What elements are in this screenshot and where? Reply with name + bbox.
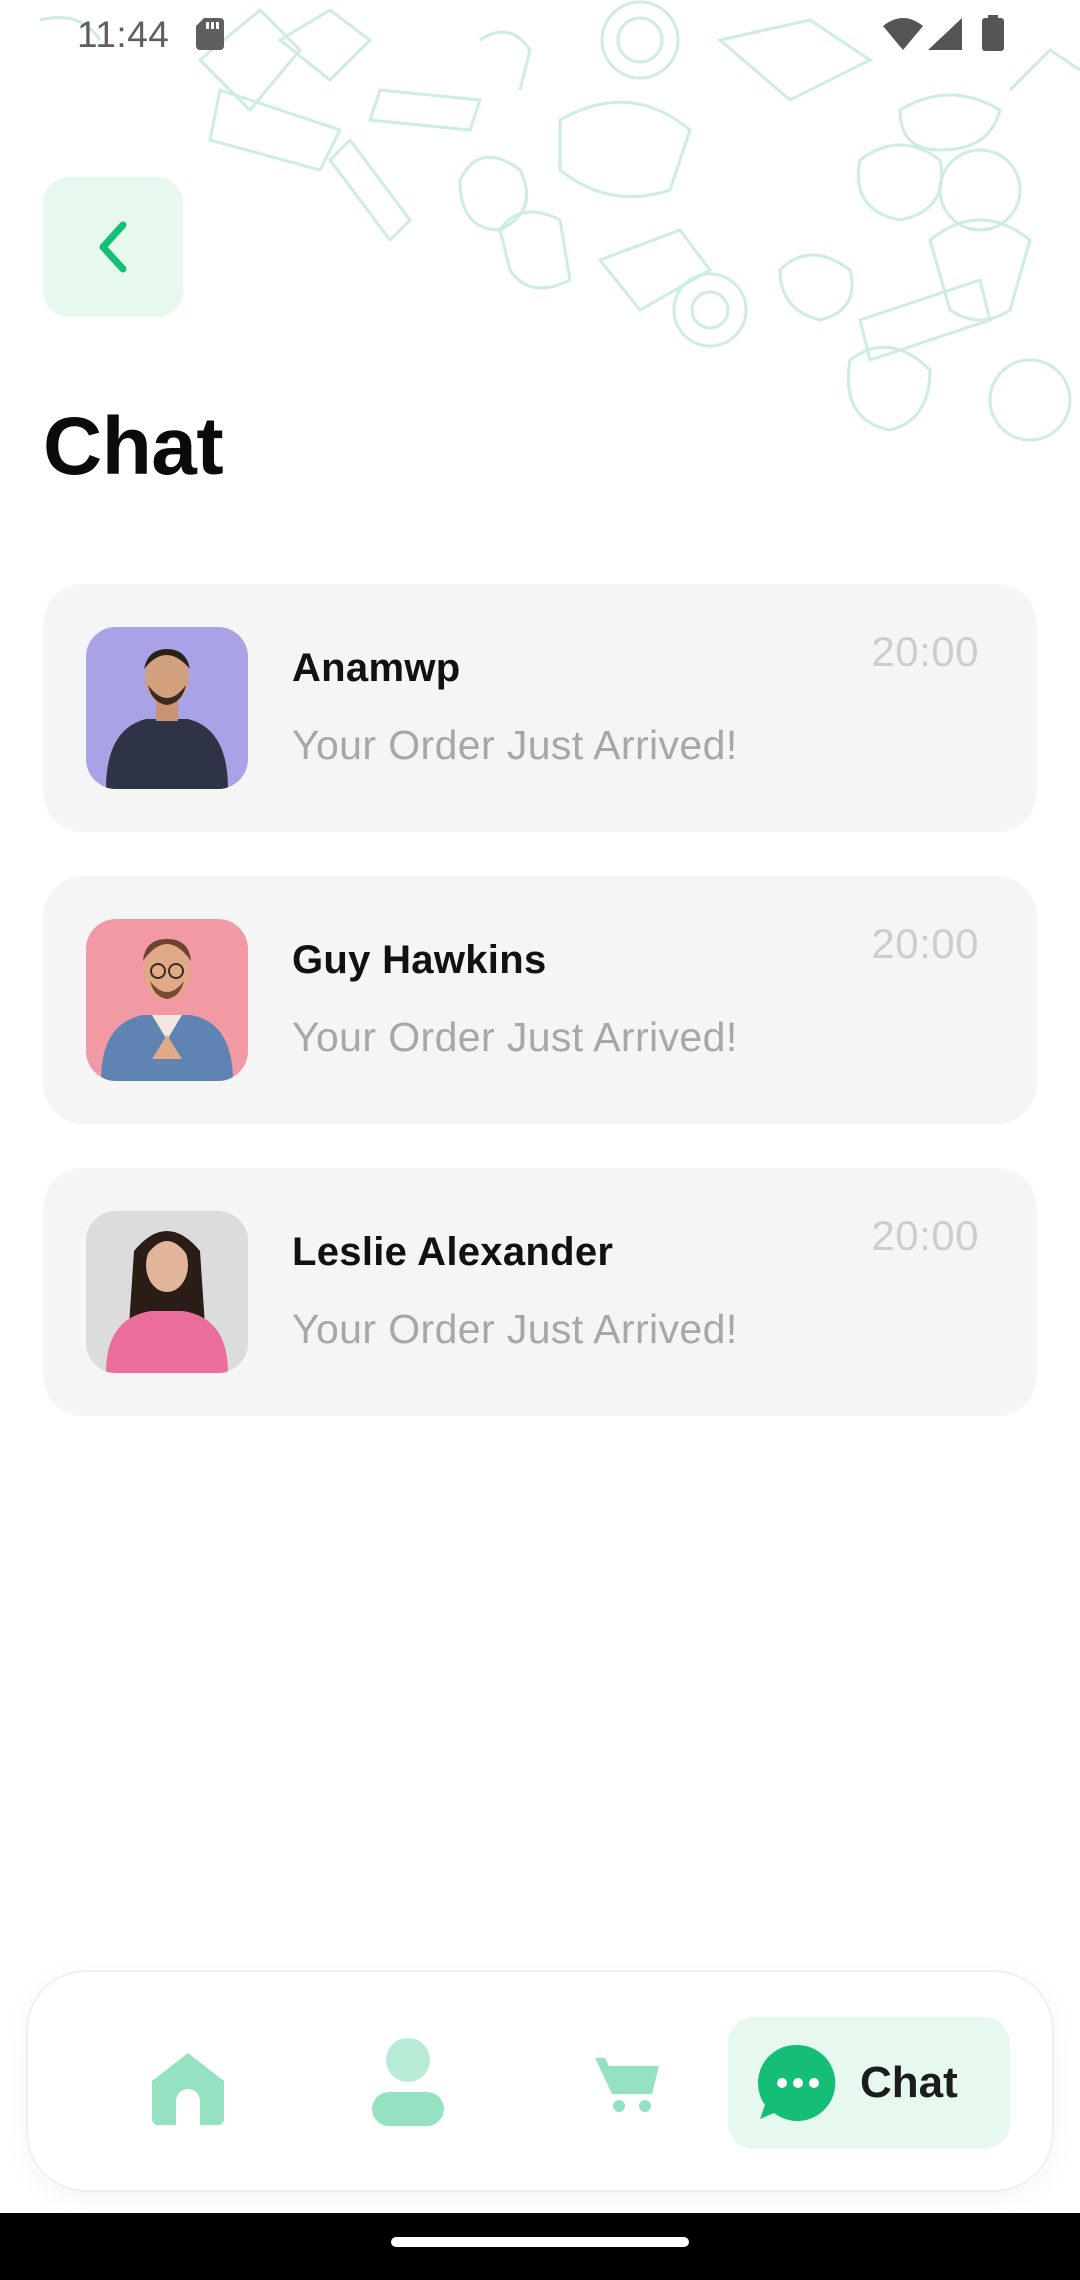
chat-message: Your Order Just Arrived!	[292, 722, 738, 768]
nav-chat[interactable]: Chat	[728, 2017, 1010, 2149]
chevron-left-icon	[99, 221, 127, 273]
chat-item-guy-hawkins[interactable]: Guy Hawkins Your Order Just Arrived! 20:…	[43, 876, 1037, 1124]
chat-message: Your Order Just Arrived!	[292, 1014, 738, 1060]
avatar	[86, 919, 248, 1081]
status-time: 11:44	[77, 14, 170, 55]
nav-chat-label: Chat	[860, 2058, 958, 2107]
status-bar: 11:44	[0, 0, 1080, 70]
bottom-nav: Chat	[26, 1970, 1054, 2192]
page-title: Chat	[43, 401, 224, 492]
chat-item-leslie-alexander[interactable]: Leslie Alexander Your Order Just Arrived…	[43, 1168, 1037, 1416]
chat-bubble-icon	[758, 2044, 836, 2121]
wifi-icon	[883, 18, 923, 50]
chat-time: 20:00	[871, 1212, 979, 1259]
chat-item-anamwp[interactable]: Anamwp Your Order Just Arrived! 20:00	[43, 584, 1037, 832]
nav-profile[interactable]	[358, 2032, 458, 2132]
chat-list: Anamwp Your Order Just Arrived! 20:00 Gu	[43, 584, 1037, 1460]
chat-name: Leslie Alexander	[292, 1230, 614, 1274]
sd-card-icon	[196, 18, 224, 50]
avatar	[86, 627, 248, 789]
home-icon	[152, 2053, 224, 2125]
back-button[interactable]	[43, 177, 183, 317]
chat-name: Anamwp	[292, 646, 461, 690]
profile-icon	[372, 2038, 444, 2126]
chat-screen: 11:44 Chat Anamwp Your Order Just Arrive…	[0, 0, 1080, 2280]
chat-time: 20:00	[871, 628, 979, 675]
chat-time: 20:00	[871, 920, 979, 967]
chat-message: Your Order Just Arrived!	[292, 1306, 738, 1352]
nav-cart[interactable]	[578, 2044, 678, 2124]
nav-home[interactable]	[138, 2042, 238, 2132]
battery-icon	[982, 15, 1004, 51]
avatar	[86, 1211, 248, 1373]
cart-icon	[595, 2058, 659, 2112]
home-indicator[interactable]	[391, 2237, 689, 2247]
signal-icon	[928, 18, 962, 50]
chat-name: Guy Hawkins	[292, 938, 547, 982]
